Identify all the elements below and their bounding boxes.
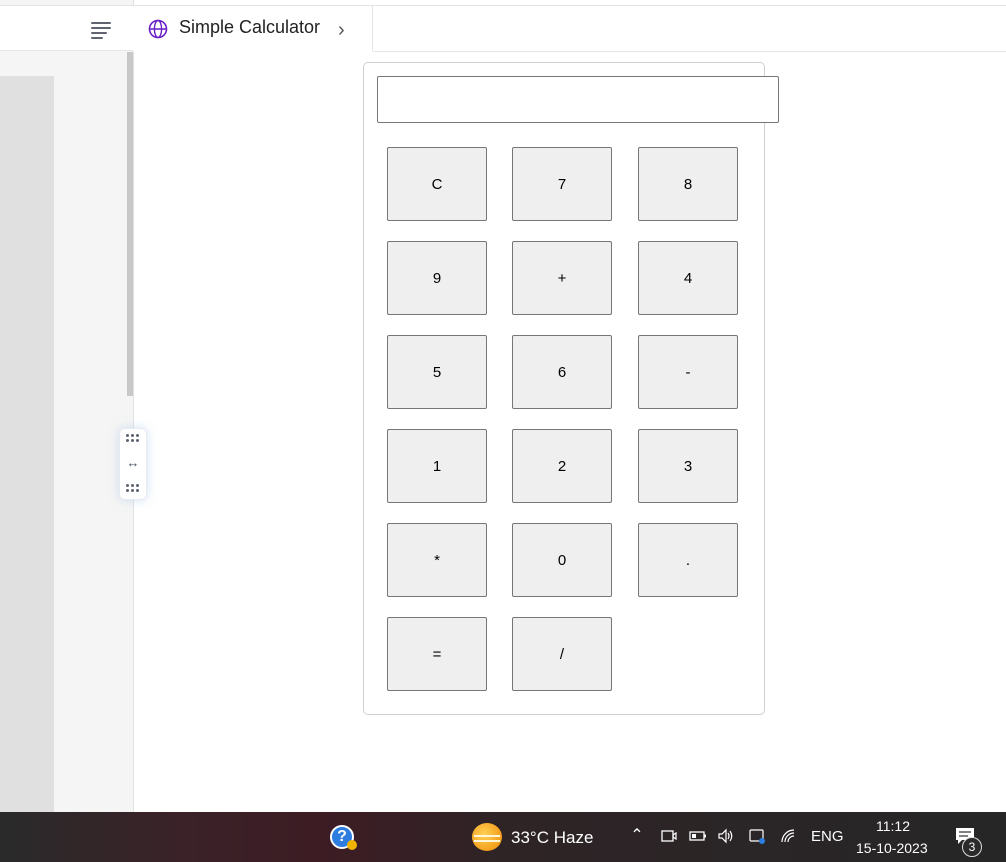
screen-connect-icon[interactable] bbox=[748, 828, 766, 844]
notification-count-badge: 3 bbox=[962, 837, 982, 857]
digit-7-button[interactable]: 7 bbox=[512, 147, 612, 221]
taskbar: ? 33°C Haze ⌃ ENG 11:12 15-10-2023 3 bbox=[0, 812, 1006, 862]
chevron-right-icon[interactable]: › bbox=[338, 19, 345, 42]
calculator: C 7 8 9 + 4 5 6 - 1 2 3 * 0 . = / bbox=[363, 62, 779, 715]
pane-resize-handle[interactable]: ↔ bbox=[119, 428, 147, 500]
volume-icon[interactable] bbox=[717, 828, 735, 844]
haze-weather-icon[interactable] bbox=[472, 823, 502, 851]
tab-simple-calculator[interactable]: Simple Calculator › bbox=[133, 6, 373, 51]
digit-1-button[interactable]: 1 bbox=[387, 429, 487, 503]
topbar-divider bbox=[373, 51, 1006, 52]
weather-text[interactable]: 33°C Haze bbox=[511, 828, 593, 848]
language-indicator[interactable]: ENG bbox=[811, 828, 844, 845]
warning-badge-icon bbox=[347, 840, 357, 850]
resize-arrows-icon: ↔ bbox=[126, 455, 140, 470]
equals-button[interactable]: = bbox=[387, 617, 487, 691]
clock-time[interactable]: 11:12 bbox=[876, 818, 910, 834]
digit-5-button[interactable]: 5 bbox=[387, 335, 487, 409]
digit-2-button[interactable]: 2 bbox=[512, 429, 612, 503]
battery-icon[interactable] bbox=[689, 828, 707, 844]
globe-icon bbox=[148, 19, 168, 39]
digit-6-button[interactable]: 6 bbox=[512, 335, 612, 409]
digit-3-button[interactable]: 3 bbox=[638, 429, 738, 503]
clock-date[interactable]: 15-10-2023 bbox=[856, 840, 928, 856]
digit-4-button[interactable]: 4 bbox=[638, 241, 738, 315]
multiply-button[interactable]: * bbox=[387, 523, 487, 597]
minus-button[interactable]: - bbox=[638, 335, 738, 409]
grip-dots-icon bbox=[126, 434, 140, 442]
digit-0-button[interactable]: 0 bbox=[512, 523, 612, 597]
left-pane-header bbox=[0, 6, 133, 51]
decimal-button[interactable]: . bbox=[638, 523, 738, 597]
wifi-icon[interactable] bbox=[780, 828, 798, 844]
plus-button[interactable]: + bbox=[512, 241, 612, 315]
calculator-display[interactable] bbox=[377, 76, 779, 123]
left-pane bbox=[0, 0, 134, 812]
scrollbar[interactable] bbox=[127, 52, 133, 396]
tab-title: Simple Calculator bbox=[179, 17, 321, 37]
chevron-up-icon[interactable]: ⌃ bbox=[628, 828, 646, 844]
clear-button[interactable]: C bbox=[387, 147, 487, 221]
menu-icon[interactable] bbox=[91, 22, 111, 39]
digit-8-button[interactable]: 8 bbox=[638, 147, 738, 221]
editor-gutter bbox=[0, 76, 54, 812]
digit-9-button[interactable]: 9 bbox=[387, 241, 487, 315]
grip-dots-icon bbox=[126, 484, 140, 492]
camera-icon[interactable] bbox=[660, 828, 678, 844]
divide-button[interactable]: / bbox=[512, 617, 612, 691]
